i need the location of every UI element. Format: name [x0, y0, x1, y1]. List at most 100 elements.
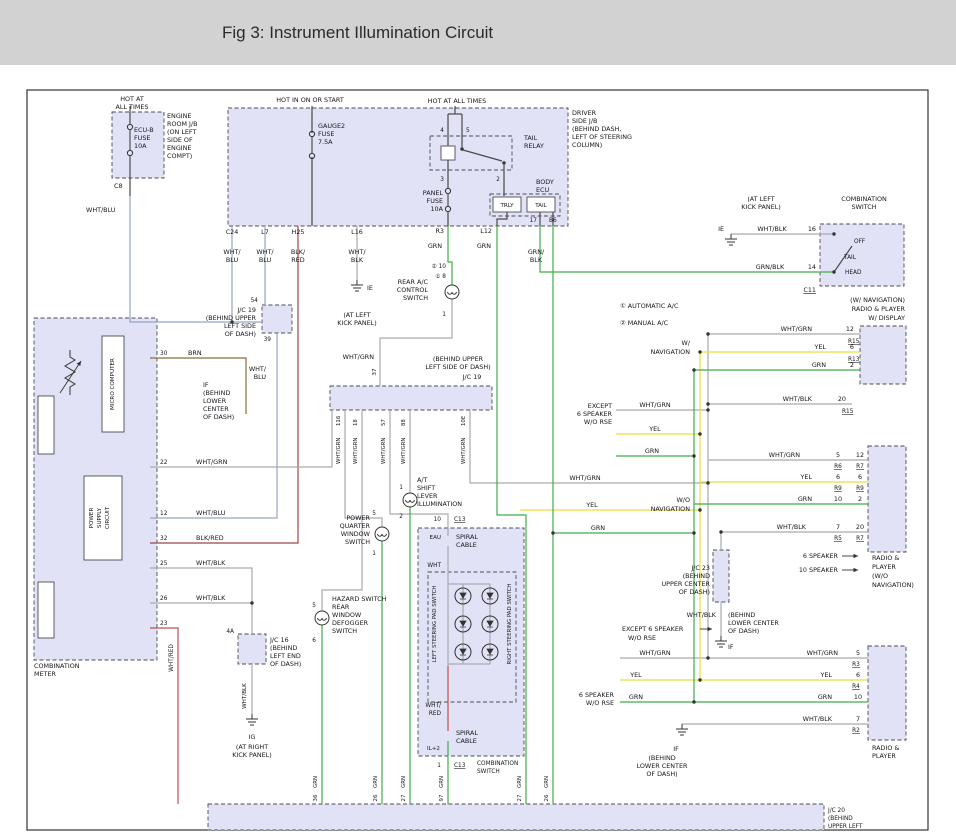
label: TAIL	[843, 255, 857, 261]
label: 1	[437, 763, 441, 769]
radio-wonav-connector	[868, 446, 906, 552]
label: (W/O	[872, 572, 888, 580]
label: PLAYER	[872, 752, 896, 760]
label: WHT/BLU	[196, 509, 226, 517]
label: IF	[728, 643, 734, 651]
label: J/C 19	[236, 306, 256, 314]
label: BLU	[226, 256, 239, 264]
label: R15	[842, 409, 854, 415]
label: HOT IN ON OR START	[276, 96, 344, 104]
label: R6	[834, 464, 842, 470]
label: GRN	[818, 693, 832, 701]
label: 26	[544, 794, 550, 801]
label: GRN	[428, 242, 442, 250]
label: WHT	[427, 563, 441, 569]
label: GRN/BLK	[756, 263, 785, 271]
label: (BEHIND UPPER	[433, 355, 484, 363]
label: W/O RSE	[584, 418, 612, 426]
label: LEFT SIDE	[224, 322, 256, 330]
label: LOWER CENTER	[728, 619, 779, 627]
label: 27	[401, 795, 407, 802]
label: YEL	[629, 671, 642, 679]
label: ENGINE	[167, 112, 191, 120]
label: YEL	[819, 671, 832, 679]
label: HAZARD SWITCH	[332, 595, 387, 603]
meter-module	[38, 582, 54, 638]
radio-nav-connector	[860, 326, 906, 384]
label: 2	[496, 177, 500, 183]
label: HEAD	[845, 270, 862, 276]
label: PANEL	[423, 189, 444, 197]
label: R3	[435, 227, 444, 235]
radio-player-connector	[868, 646, 906, 740]
label: IF	[673, 745, 679, 753]
label: (W/ NAVIGATION)	[850, 296, 905, 304]
label: 10A	[134, 142, 147, 150]
label: RADIO &	[872, 744, 899, 752]
label: GRN	[517, 776, 523, 788]
label: ② MANUAL A/C	[620, 319, 669, 327]
label: R7	[856, 464, 864, 470]
label: 6	[850, 343, 854, 351]
label: RADIO &	[872, 554, 899, 562]
label: EXCEPT 6 SPEAKER	[622, 625, 684, 633]
label: ECU-B	[134, 126, 154, 134]
label: COMBINATION	[477, 761, 518, 767]
label: EAU	[430, 535, 441, 541]
label: TAIL	[534, 203, 547, 209]
label: RED	[291, 256, 304, 264]
label: KICK PANEL)	[741, 203, 780, 211]
label: SIDE J/B	[572, 117, 597, 125]
label: GRN	[401, 776, 407, 788]
label: IE	[718, 225, 724, 233]
label: YEL	[648, 425, 661, 433]
junction-dot	[698, 350, 701, 353]
label: L12	[480, 227, 492, 235]
label: GAUGE2	[318, 122, 345, 130]
label: YEL	[799, 473, 812, 481]
label: CABLE	[456, 541, 477, 549]
label: 39	[264, 337, 272, 343]
jc20-bus-box	[208, 804, 824, 830]
label: NAVIGATION	[651, 348, 691, 356]
label: 20	[838, 395, 846, 403]
label: SHIFT	[417, 484, 435, 492]
junction-dot	[551, 531, 554, 534]
label: A/T	[417, 476, 428, 484]
junction-dot	[706, 656, 709, 659]
label: RADIO & PLAYER	[852, 305, 906, 313]
label: WHT/RED	[169, 644, 175, 672]
label: 57	[381, 419, 387, 426]
label: 37	[372, 368, 378, 376]
label: REAR	[332, 603, 350, 611]
label: (AT LEFT	[747, 195, 774, 203]
label: 20	[856, 523, 864, 531]
label: COLUMN)	[572, 141, 602, 149]
jc16-box	[238, 634, 266, 664]
label: 1	[372, 551, 376, 557]
label: POWER	[89, 508, 95, 529]
label: 10E	[461, 415, 467, 426]
label: POWER	[346, 514, 370, 522]
label: 3	[440, 177, 444, 183]
page: { "header":{"title":"Fig 3: Instrument I…	[0, 0, 956, 832]
label: UPPER LEFT	[828, 824, 863, 830]
label: 16	[808, 225, 816, 233]
label: C24	[226, 228, 239, 236]
label: GRN	[798, 495, 812, 503]
label: H25	[292, 228, 305, 236]
junction-dot	[698, 432, 701, 435]
label: 7	[856, 715, 860, 723]
junction-dot	[719, 530, 722, 533]
label: C13	[454, 517, 466, 523]
label: 12	[160, 511, 168, 517]
label: 5	[856, 649, 860, 657]
label: WHT/	[223, 248, 241, 256]
junction-dot	[706, 408, 709, 411]
label: CONTROL	[397, 286, 429, 294]
label: WHT/GRN	[639, 401, 671, 409]
wiring-diagram: HOT ATALL TIMESHOT IN ON OR STARTHOT AT …	[0, 0, 956, 832]
label: BODY	[536, 178, 554, 186]
label: (BEHIND	[828, 816, 853, 822]
label: WHT/GRN	[196, 458, 228, 466]
